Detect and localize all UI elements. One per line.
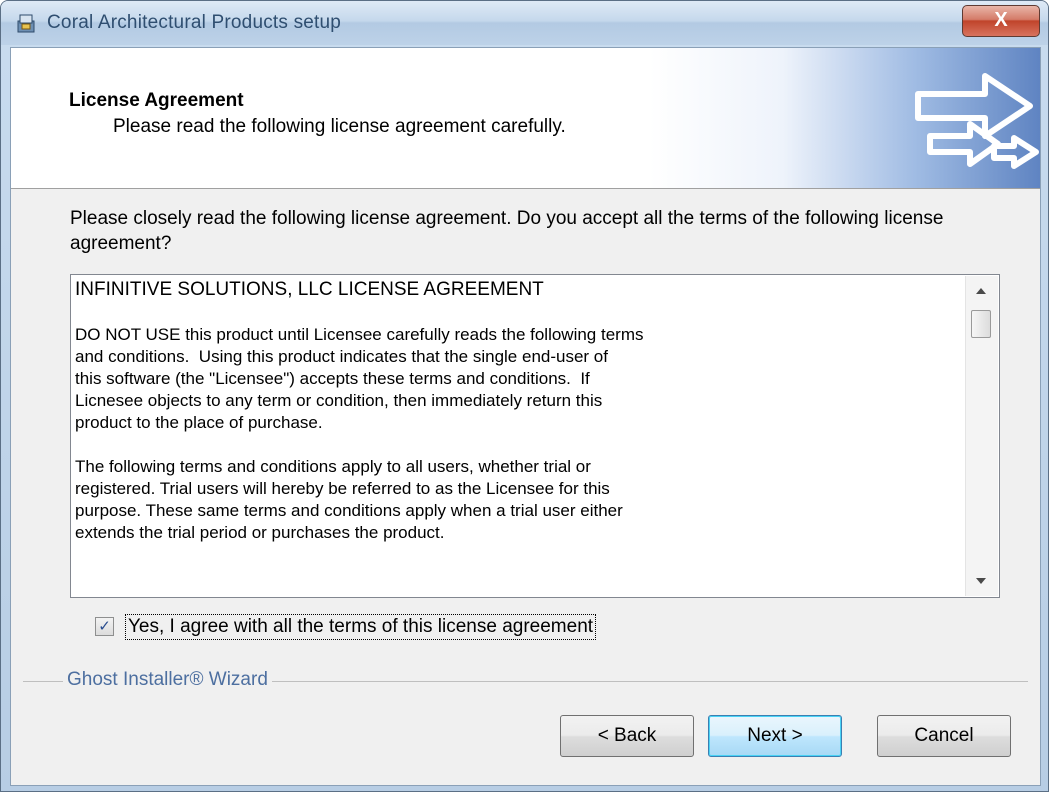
scroll-up-arrow-icon[interactable] [976,288,986,294]
wizard-client-area: License Agreement Please read the follow… [10,47,1041,786]
back-button[interactable]: < Back [560,715,694,757]
agree-checkbox[interactable]: ✓ [95,617,114,636]
next-button[interactable]: Next > [708,715,842,757]
wizard-header: License Agreement Please read the follow… [11,48,1040,189]
license-text: INFINITIVE SOLUTIONS, LLC LICENSE AGREEM… [75,279,965,595]
license-heading: INFINITIVE SOLUTIONS, LLC LICENSE AGREEM… [75,279,544,300]
license-paragraph: DO NOT USE this product until Licensee c… [75,325,644,432]
installer-app-icon [17,14,35,33]
license-scrollbar[interactable] [965,276,998,596]
close-button[interactable]: X [962,5,1040,37]
scroll-down-arrow-icon[interactable] [976,578,986,584]
window-title: Coral Architectural Products setup [47,12,342,33]
cancel-button[interactable]: Cancel [877,715,1011,757]
page-title: License Agreement [69,90,244,111]
license-paragraph: The following terms and conditions apply… [75,457,623,542]
license-textbox[interactable]: INFINITIVE SOLUTIONS, LLC LICENSE AGREEM… [70,274,1000,598]
title-bar[interactable]: Coral Architectural Products setup X [1,1,1048,45]
arrows-logo-icon [915,73,1039,169]
intro-text: Please closely read the following licens… [70,208,944,254]
page-subtitle: Please read the following license agreem… [113,116,566,137]
setup-window: Coral Architectural Products setup X Lic… [0,0,1049,792]
wizard-brand-label: Ghost Installer® Wizard [63,669,272,691]
agree-label[interactable]: Yes, I agree with all the terms of this … [125,614,597,640]
scroll-thumb[interactable] [971,310,991,338]
